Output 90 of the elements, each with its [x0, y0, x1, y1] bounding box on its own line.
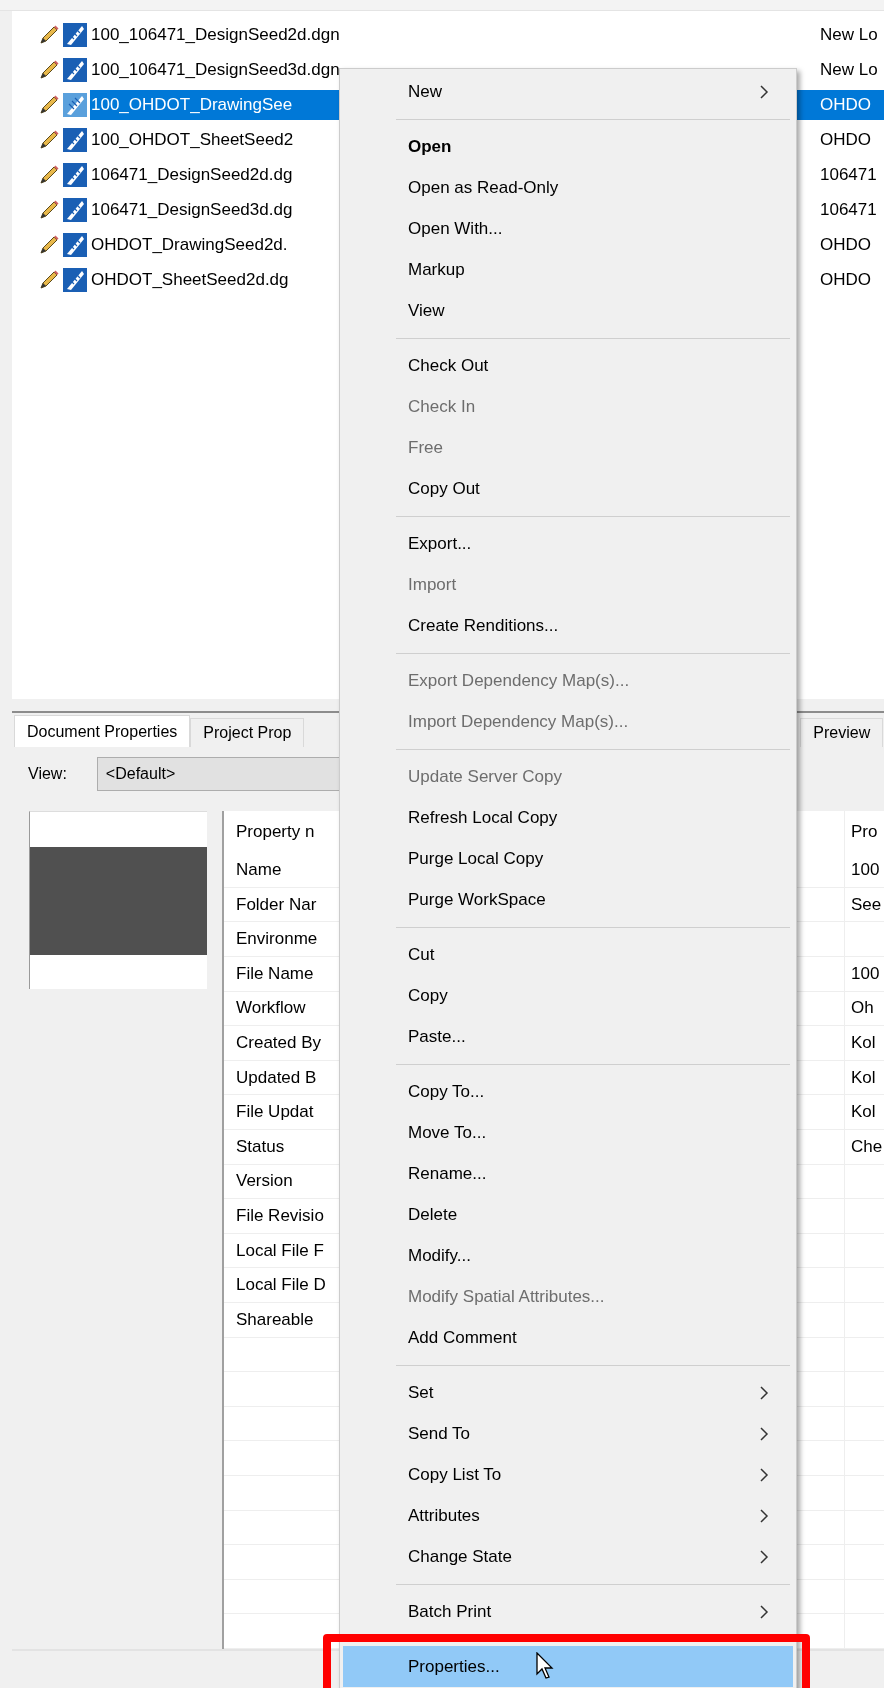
menu-item[interactable]: Copy: [343, 975, 793, 1016]
menu-item[interactable]: Send To: [343, 1413, 793, 1454]
table-cell-text: 106471: [819, 163, 878, 186]
table-cell-text: New Lo: [819, 23, 879, 46]
chevron-right-icon: [759, 1604, 769, 1619]
tab[interactable]: Project Prop: [190, 718, 305, 747]
menu-item[interactable]: Change State: [343, 1536, 793, 1577]
pencil-icon: [38, 23, 60, 46]
menu-item[interactable]: Delete: [343, 1194, 793, 1235]
property-value-cell: Kol: [844, 1060, 884, 1095]
menu-item[interactable]: Markup: [343, 249, 793, 290]
menu-item[interactable]: Copy To...: [343, 1071, 793, 1112]
document-icon: [62, 196, 88, 223]
menu-item[interactable]: Paste...: [343, 1016, 793, 1057]
property-name: Shareable: [236, 1309, 314, 1330]
property-name: Workflow: [236, 998, 306, 1019]
menu-item[interactable]: Create Renditions...: [343, 605, 793, 646]
menu-item[interactable]: Rename...: [343, 1153, 793, 1194]
table-cell: OHDO: [810, 89, 884, 120]
table-cell-text: New Lo: [819, 58, 879, 81]
property-value-cell: See: [844, 887, 884, 922]
property-name: File Name: [236, 963, 314, 984]
menu-item[interactable]: View: [343, 290, 793, 331]
property-name: Environme: [236, 929, 318, 950]
menu-item[interactable]: Copy List To: [343, 1454, 793, 1495]
table-cell-text: OHDO: [819, 233, 872, 256]
view-label: View:: [28, 765, 67, 783]
chevron-right-icon: [759, 1426, 769, 1441]
menu-item[interactable]: Cut: [343, 934, 793, 975]
chevron-right-icon: [759, 1467, 769, 1482]
menu-item[interactable]: Attributes: [343, 1495, 793, 1536]
document-icon: [62, 21, 88, 48]
menu-item[interactable]: Batch Print: [343, 1591, 793, 1632]
menu-item[interactable]: Open: [343, 126, 793, 167]
document-icon: [62, 231, 88, 258]
property-name: File Updat: [236, 1102, 314, 1123]
menu-item[interactable]: Check Out: [343, 345, 793, 386]
pencil-icon: [38, 93, 60, 116]
pencil-icon: [38, 128, 60, 151]
menu-item[interactable]: Modify...: [343, 1235, 793, 1276]
table-cell-text: OHDO: [819, 128, 872, 151]
menu-item[interactable]: Copy Out: [343, 468, 793, 509]
property-value-cell: Che: [844, 1130, 884, 1164]
document-icon: [62, 91, 88, 118]
property-name: Local File F: [236, 1240, 324, 1261]
tab[interactable]: Document Properties: [14, 715, 191, 747]
property-name: Created By: [236, 1033, 322, 1053]
property-value-cell: Kol: [844, 1095, 884, 1129]
table-cell-text: 106471: [819, 198, 878, 221]
menu-item[interactable]: Open With...: [343, 208, 793, 249]
menu-item[interactable]: Open as Read-Only: [343, 167, 793, 208]
pencil-icon: [38, 268, 60, 291]
cursor-icon: [536, 1652, 556, 1680]
property-value-cell: 100: [844, 853, 884, 887]
pencil-icon: [38, 233, 60, 256]
document-icon: [62, 56, 88, 83]
tab[interactable]: Preview: [800, 718, 884, 747]
column-header: Property n: [236, 822, 315, 843]
property-name: Status: [236, 1136, 285, 1157]
menu-item[interactable]: Purge WorkSpace: [343, 879, 793, 920]
chevron-right-icon: [759, 1549, 769, 1564]
document-icon: [62, 161, 88, 188]
menu-item[interactable]: New: [343, 71, 793, 112]
menu-item[interactable]: Add Comment: [343, 1317, 793, 1358]
property-name: File Revisio: [236, 1205, 324, 1226]
menu-item[interactable]: Move To...: [343, 1112, 793, 1153]
menu-item[interactable]: Properties...: [343, 1646, 793, 1687]
property-value-cell: Kol: [844, 1026, 884, 1060]
property-name: Updated B: [236, 1067, 317, 1088]
menu-item[interactable]: Set: [343, 1372, 793, 1413]
pencil-icon: [38, 58, 60, 81]
menu-item[interactable]: Export...: [343, 523, 793, 564]
document-icon: [62, 126, 88, 153]
property-name: Folder Nar: [236, 894, 317, 915]
property-name: Name: [236, 860, 282, 881]
pencil-icon: [38, 198, 60, 221]
property-value-cell: 100: [844, 957, 884, 991]
property-value-cell: Oh: [844, 991, 884, 1026]
document-icon: [62, 266, 88, 293]
table-cell-text: OHDO: [819, 268, 872, 291]
menu-item[interactable]: Refresh Local Copy: [343, 797, 793, 838]
property-name: Version: [236, 1171, 293, 1192]
chevron-right-icon: [759, 1385, 769, 1400]
chevron-right-icon: [759, 1508, 769, 1523]
column-header: Pro: [844, 811, 884, 854]
property-name: Local File D: [236, 1275, 326, 1296]
menu-item[interactable]: Purge Local Copy: [343, 838, 793, 879]
file-name-cell[interactable]: 100_106471_DesignSeed2d.dgn: [90, 19, 810, 50]
pencil-icon: [38, 163, 60, 186]
chevron-right-icon: [759, 84, 769, 99]
